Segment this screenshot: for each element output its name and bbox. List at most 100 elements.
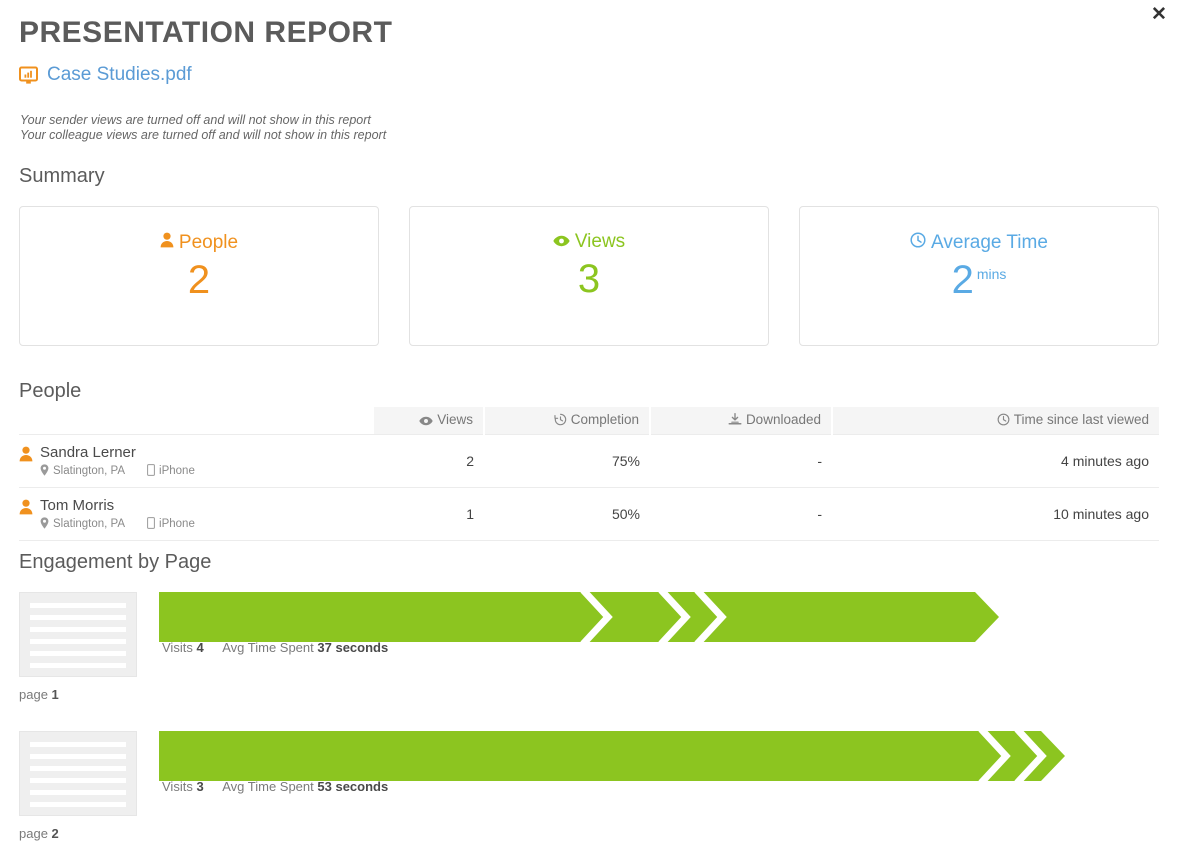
person-views-value: 1	[374, 488, 484, 541]
page-title: PRESENTATION REPORT	[19, 16, 392, 50]
person-device: iPhone	[159, 465, 195, 477]
person-icon	[160, 232, 174, 252]
thumbnail-line	[30, 603, 126, 608]
notice-colleague-views: Your colleague views are turned off and …	[20, 128, 386, 143]
person: Sandra Lerner Slatington, PA i	[19, 444, 364, 478]
person-meta: Slatington, PA iPhone	[40, 517, 195, 531]
summary-card-average-time-label: Average Time	[910, 232, 1048, 252]
summary-card-views-label: Views	[553, 232, 625, 251]
eye-icon	[553, 232, 570, 251]
person-name: Sandra Lerner	[40, 444, 136, 461]
engagement-row: page 1 Visits 4 Avg Time Spent 37 second…	[19, 592, 1159, 731]
page-stats: Visits 4 Avg Time Spent 37 seconds	[162, 640, 388, 655]
avg-time-label: Avg Time Spent	[222, 640, 314, 655]
visits-label: Visits	[162, 640, 193, 655]
thumbnail-line	[30, 766, 126, 771]
people-column-name	[19, 407, 374, 435]
summary-cards: People 2 Views 3 Average Time 2mins	[19, 206, 1159, 346]
people-table-body: Sandra Lerner Slatington, PA i	[19, 435, 1159, 541]
person-meta: Slatington, PA iPhone	[40, 464, 195, 478]
notice-sender-views: Your sender views are turned off and wil…	[20, 113, 386, 128]
person: Tom Morris Slatington, PA iPho	[19, 497, 364, 531]
average-time-number: 2	[952, 258, 974, 302]
presentation-chart-icon	[19, 66, 38, 85]
thumbnail-line	[30, 651, 126, 656]
page-number: 2	[52, 826, 59, 841]
average-time-unit: mins	[977, 266, 1007, 282]
clock-icon	[910, 232, 926, 252]
person-icon	[19, 446, 33, 465]
summary-section-title: Summary	[19, 165, 105, 188]
page-stats: Visits 3 Avg Time Spent 53 seconds	[162, 779, 388, 794]
person-location: Slatington, PA	[53, 518, 125, 530]
thumbnail-line	[30, 802, 126, 807]
summary-card-people-value: 2	[188, 259, 210, 301]
mobile-device-icon	[147, 517, 155, 531]
thumbnail-line	[30, 627, 126, 632]
page-number: 1	[52, 687, 59, 702]
person-name: Tom Morris	[40, 497, 114, 514]
avg-time-label: Avg Time Spent	[222, 779, 314, 794]
page-word: page	[19, 826, 48, 841]
engagement-section-title: Engagement by Page	[19, 551, 211, 574]
page-thumbnail[interactable]	[19, 731, 137, 816]
avg-time-value: 53 seconds	[317, 779, 388, 794]
summary-card-average-time-text: Average Time	[931, 233, 1048, 252]
presentation-report-page: ✕ PRESENTATION REPORT Case Studies.pdf Y…	[0, 0, 1178, 856]
people-column-views-label: Views	[437, 412, 473, 427]
people-column-views[interactable]: Views	[374, 407, 484, 435]
thumbnail-line	[30, 778, 126, 783]
thumbnail-line	[30, 663, 126, 668]
mobile-device-icon	[147, 464, 155, 478]
summary-card-average-time-value: 2mins	[952, 259, 1007, 301]
thumbnail-line	[30, 790, 126, 795]
close-icon[interactable]: ✕	[1148, 4, 1170, 26]
person-completion-value: 50%	[484, 488, 650, 541]
people-column-time-since-last-viewed[interactable]: Time since last viewed	[832, 407, 1159, 435]
page-caption: page 1	[19, 687, 59, 702]
summary-card-people: People 2	[19, 206, 379, 346]
person-location: Slatington, PA	[53, 465, 125, 477]
person-completion-value: 75%	[484, 435, 650, 488]
history-clock-icon	[554, 413, 567, 429]
location-pin-icon	[40, 464, 49, 478]
engagement-row: page 2 Visits 3 Avg Time Spent 53 second…	[19, 731, 1159, 856]
thumbnail-line	[30, 615, 126, 620]
people-column-time-since-label: Time since last viewed	[1014, 412, 1149, 427]
eye-icon	[419, 414, 433, 429]
person-downloaded-value: -	[650, 488, 832, 541]
file-link-row: Case Studies.pdf	[19, 64, 192, 86]
thumbnail-line	[30, 639, 126, 644]
person-downloaded-value: -	[650, 435, 832, 488]
summary-card-average-time: Average Time 2mins	[799, 206, 1159, 346]
person-info-cell: Sandra Lerner Slatington, PA i	[19, 435, 374, 488]
page-word: page	[19, 687, 48, 702]
visits-label: Visits	[162, 779, 193, 794]
person-views-value: 2	[374, 435, 484, 488]
people-column-completion-label: Completion	[571, 412, 639, 427]
person-device: iPhone	[159, 518, 195, 530]
people-column-downloaded-label: Downloaded	[746, 412, 821, 427]
people-column-downloaded[interactable]: Downloaded	[650, 407, 832, 435]
location-pin-icon	[40, 517, 49, 531]
summary-card-views-text: Views	[575, 232, 625, 251]
table-row[interactable]: Tom Morris Slatington, PA iPho	[19, 488, 1159, 541]
avg-time-value: 37 seconds	[317, 640, 388, 655]
thumbnail-lines	[30, 742, 126, 807]
table-row[interactable]: Sandra Lerner Slatington, PA i	[19, 435, 1159, 488]
thumbnail-lines	[30, 603, 126, 668]
engagement-by-page-list: page 1 Visits 4 Avg Time Spent 37 second…	[19, 592, 1159, 856]
thumbnail-line	[30, 754, 126, 759]
people-column-completion[interactable]: Completion	[484, 407, 650, 435]
people-table: Views Completion Downloaded Time since l…	[19, 407, 1159, 541]
summary-card-views: Views 3	[409, 206, 769, 346]
page-thumbnail[interactable]	[19, 592, 137, 677]
person-info-cell: Tom Morris Slatington, PA iPho	[19, 488, 374, 541]
people-table-header-row: Views Completion Downloaded Time since l…	[19, 407, 1159, 435]
summary-card-views-value: 3	[578, 258, 600, 300]
person-icon	[19, 499, 33, 518]
file-name-link[interactable]: Case Studies.pdf	[47, 64, 192, 86]
summary-card-people-label: People	[160, 232, 238, 252]
summary-card-people-text: People	[179, 233, 238, 252]
clock-icon	[997, 413, 1010, 429]
